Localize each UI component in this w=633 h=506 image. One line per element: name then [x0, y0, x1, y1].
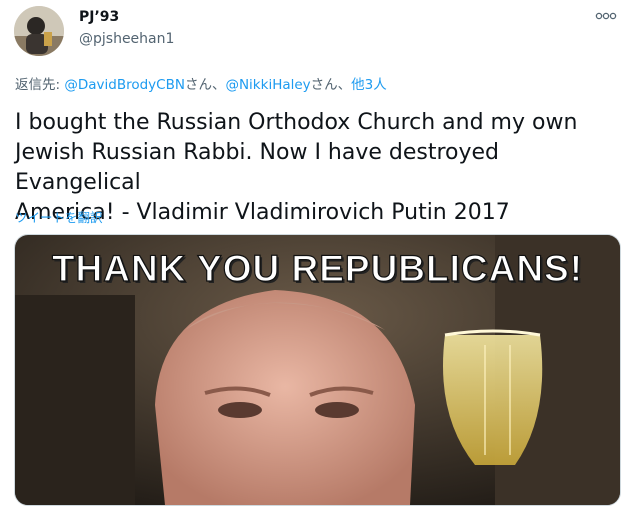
avatar-photo: [14, 6, 64, 56]
translate-tweet-link[interactable]: ツイートを翻訳: [15, 207, 103, 226]
reply-others-link[interactable]: 他3人: [351, 77, 387, 93]
reply-separator: さん、: [310, 77, 352, 93]
reply-prefix: 返信先:: [15, 77, 65, 93]
reply-separator: さん、: [184, 77, 226, 93]
tweet-text: I bought the Russian Orthodox Church and…: [15, 110, 578, 225]
more-options-icon[interactable]: [594, 8, 618, 24]
media-headline-text: THANK YOU REPUBLICANS!: [51, 247, 584, 289]
tweet-media-image[interactable]: THANK YOU REPUBLICANS!: [14, 234, 621, 506]
mention-nikkihaley[interactable]: @NikkiHaley: [225, 77, 310, 93]
author-handle[interactable]: @pjsheehan1: [79, 31, 174, 47]
avatar[interactable]: [14, 6, 64, 56]
mention-davidbrodycbn[interactable]: @DavidBrodyCBN: [64, 77, 185, 93]
reply-context: 返信先: @DavidBrodyCBNさん、@NikkiHaleyさん、他3人: [15, 73, 387, 93]
author-display-name[interactable]: PJ’93: [79, 9, 119, 25]
